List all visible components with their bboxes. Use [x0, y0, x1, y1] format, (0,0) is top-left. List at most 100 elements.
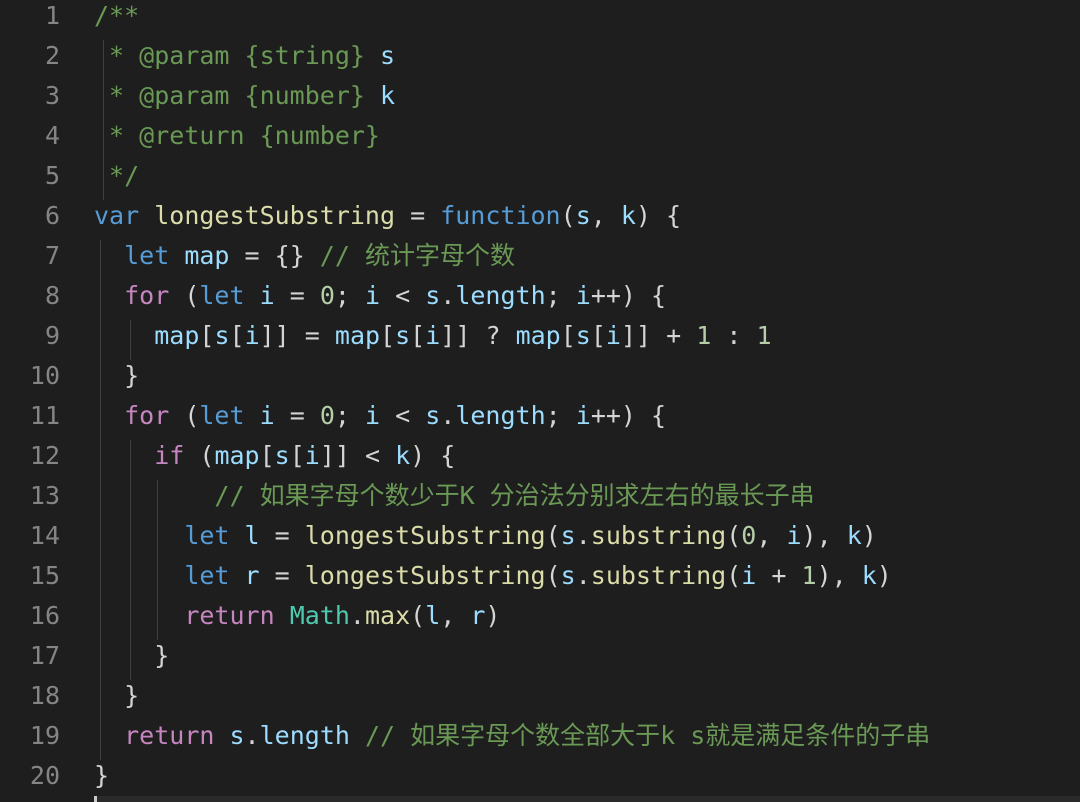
line-number: 5: [44, 161, 60, 190]
code-token: =: [395, 201, 441, 230]
code-line[interactable]: 4 * @return {number}: [0, 116, 1080, 156]
code-token: let: [184, 561, 230, 590]
code-content: * @param {number} k: [94, 76, 395, 116]
code-token: [: [560, 321, 576, 350]
code-token: s: [560, 561, 576, 590]
code-line[interactable]: 15 let r = longestSubstring(s.substring(…: [0, 556, 1080, 596]
code-line[interactable]: 19 return s.length // 如果字母个数全部大于k s就是满足条…: [0, 716, 1080, 756]
code-token: s: [214, 321, 230, 350]
code-token: (: [169, 281, 200, 310]
code-token: ),: [816, 561, 862, 590]
indent-guide: [130, 320, 132, 360]
code-token: 0: [319, 401, 335, 430]
code-token: [: [380, 321, 396, 350]
code-line[interactable]: 18 }: [0, 676, 1080, 716]
code-token: // 统计字母个数: [319, 241, 515, 270]
line-number: 14: [29, 521, 60, 550]
line-number: 11: [29, 401, 60, 430]
code-content: }: [94, 756, 109, 796]
code-line[interactable]: 3 * @param {number} k: [0, 76, 1080, 116]
code-line[interactable]: 10 }: [0, 356, 1080, 396]
code-token: .: [440, 281, 456, 310]
code-line[interactable]: 14 let l = longestSubstring(s.substring(…: [0, 516, 1080, 556]
line-number: 7: [44, 241, 60, 270]
code-token: (: [726, 561, 742, 590]
code-token: ]] +: [620, 321, 697, 350]
line-number: 3: [44, 81, 60, 110]
code-content: * @param {string} s: [94, 36, 395, 76]
code-token: [: [199, 321, 215, 350]
code-token: i: [259, 281, 275, 310]
code-line[interactable]: 17 }: [0, 636, 1080, 676]
horizontal-scrollbar[interactable]: [94, 796, 1080, 802]
indent-guide: [157, 480, 159, 640]
code-line[interactable]: 16 return Math.max(l, r): [0, 596, 1080, 636]
code-token: }: [94, 641, 170, 670]
code-line[interactable]: 8 for (let i = 0; i < s.length; i++) {: [0, 276, 1080, 316]
code-token: longestSubstring: [304, 521, 546, 550]
code-line[interactable]: 11 for (let i = 0; i < s.length; i++) {: [0, 396, 1080, 436]
code-line[interactable]: 2 * @param {string} s: [0, 36, 1080, 76]
code-token: substring: [590, 521, 727, 550]
code-content: let r = longestSubstring(s.substring(i +…: [94, 556, 892, 596]
code-token: let: [184, 521, 230, 550]
code-line[interactable]: 9 map[s[i]] = map[s[i]] ? map[s[i]] + 1 …: [0, 316, 1080, 356]
code-token: k: [379, 81, 396, 110]
code-token: 1: [801, 561, 817, 590]
code-line[interactable]: 13 // 如果字母个数少于K 分治法分别求左右的最长子串: [0, 476, 1080, 516]
code-line[interactable]: 6 var longestSubstring = function(s, k) {: [0, 196, 1080, 236]
code-token: i: [575, 281, 591, 310]
code-token: =: [274, 401, 320, 430]
code-line[interactable]: 12 if (map[s[i]] < k) {: [0, 436, 1080, 476]
code-token: =: [274, 281, 320, 310]
code-token: r: [244, 561, 260, 590]
code-content: }: [94, 636, 169, 676]
code-token: if: [154, 441, 185, 470]
code-token: substring: [590, 561, 727, 590]
line-number: 18: [29, 681, 60, 710]
code-token: (: [184, 441, 215, 470]
line-number: 15: [29, 561, 60, 590]
line-number: 20: [29, 761, 60, 790]
code-token: let: [124, 241, 170, 270]
line-number: 6: [44, 201, 60, 230]
code-editor[interactable]: 1/** 2 * @param {string} s3 * @param {num…: [0, 0, 1080, 802]
code-line[interactable]: 20}: [0, 756, 1080, 796]
code-token: i: [605, 321, 621, 350]
code-token: let: [199, 401, 245, 430]
line-number: 8: [44, 281, 60, 310]
code-token: longestSubstring: [304, 561, 546, 590]
code-token: .: [244, 721, 260, 750]
code-token: k: [395, 441, 411, 470]
code-line[interactable]: 7 let map = {} // 统计字母个数: [0, 236, 1080, 276]
code-token: ;: [545, 281, 576, 310]
code-content: /**: [94, 0, 139, 36]
line-number: 1: [44, 1, 60, 30]
code-token: i: [786, 521, 802, 550]
code-token: <: [380, 401, 426, 430]
code-token: [: [229, 321, 245, 350]
code-token: ]] ?: [440, 321, 516, 350]
line-number: 10: [29, 361, 60, 390]
code-token: ;: [334, 281, 365, 310]
line-number: 16: [29, 601, 60, 630]
code-token: = {}: [229, 241, 320, 270]
code-token: i: [575, 401, 591, 430]
code-token: s: [229, 721, 245, 750]
code-token: i: [259, 401, 275, 430]
code-token: s: [560, 521, 576, 550]
code-token: s: [379, 41, 396, 70]
code-line[interactable]: 5 */: [0, 156, 1080, 196]
code-token: .: [575, 561, 591, 590]
line-number: 4: [44, 121, 60, 150]
code-line[interactable]: 1 /**: [0, 0, 1080, 36]
code-token: (: [545, 561, 561, 590]
code-token: 1: [756, 321, 772, 350]
